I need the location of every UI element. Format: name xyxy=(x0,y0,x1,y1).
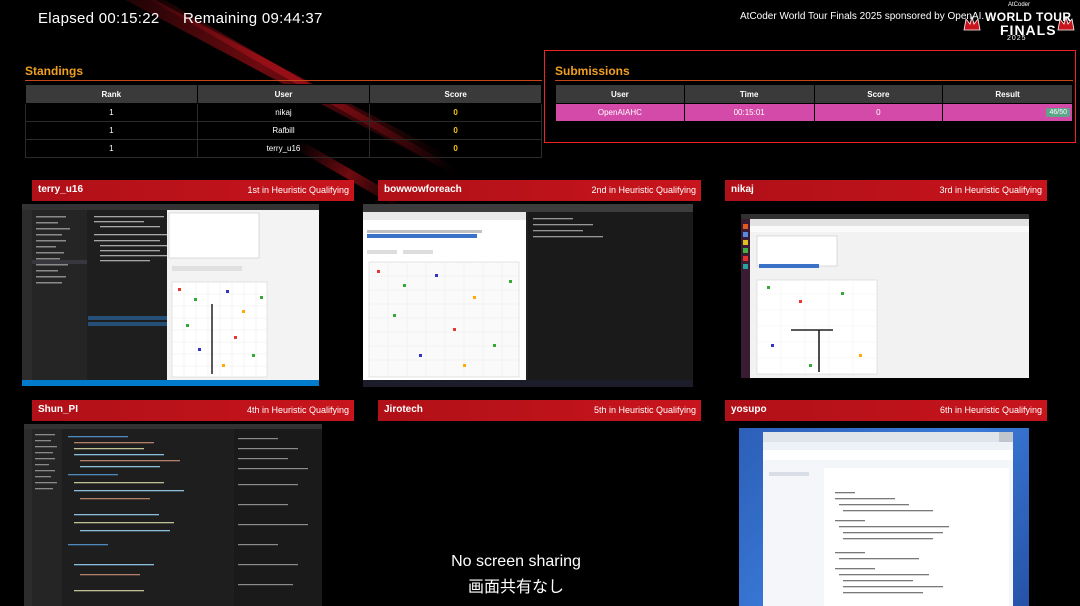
qualifying-rank: 4th in Heuristic Qualifying xyxy=(246,405,349,415)
screen-nikaj-content xyxy=(741,214,1029,378)
panel-header-bowwow: bowwowforeach 2nd in Heuristic Qualifyin… xyxy=(378,180,701,201)
qualifying-rank: 1st in Heuristic Qualifying xyxy=(247,185,349,195)
logo-atcoder: AtCoder xyxy=(1008,2,1031,8)
table-row: 1 nikaj 0 xyxy=(25,103,542,122)
crown-icon xyxy=(1057,15,1075,31)
standings-table: Rank User Score 1 nikaj 0 1 Rafbill 0 1 … xyxy=(25,84,542,158)
submissions-table: User Time Score Result OpenAIAHC 00:15:0… xyxy=(555,84,1073,122)
score-cell: 0 xyxy=(369,139,542,158)
wtf-logo: AtCoder WORLD TOUR FINALS 2025 xyxy=(960,2,1078,42)
panel-header-jirotech: Jirotech 5th in Heuristic Qualifying xyxy=(378,400,701,421)
score-cell: 0 xyxy=(369,121,542,140)
screen-bowwow-content xyxy=(363,204,693,387)
rank-cell: 1 xyxy=(25,103,198,122)
qualifying-rank: 6th in Heuristic Qualifying xyxy=(939,405,1042,415)
panel-header-yosupo: yosupo 6th in Heuristic Qualifying xyxy=(725,400,1047,421)
col-result: Result xyxy=(942,84,1073,104)
user-cell: nikaj xyxy=(196,103,371,122)
rank-cell: 1 xyxy=(25,121,198,140)
contestant-name: Jirotech xyxy=(384,404,423,415)
caption-english: No screen sharing xyxy=(451,553,581,570)
time-cell: 00:15:01 xyxy=(683,103,815,122)
screen-nikaj xyxy=(741,214,1029,378)
crown-icon xyxy=(963,15,981,31)
sponsor-text: AtCoder World Tour Finals 2025 sponsored… xyxy=(740,11,985,22)
table-row: 1 terry_u16 0 xyxy=(25,139,542,158)
col-user: User xyxy=(196,84,371,104)
qualifying-rank: 3rd in Heuristic Qualifying xyxy=(939,185,1042,195)
result-badge: 46/50 xyxy=(1046,108,1070,117)
col-time: Time xyxy=(683,84,815,104)
caption-japanese: 画面共有なし xyxy=(467,579,564,596)
col-user: User xyxy=(555,84,685,104)
elapsed-timer: Elapsed 00:15:22 xyxy=(38,10,160,27)
table-row[interactable]: OpenAIAHC 00:15:01 0 46/50 xyxy=(555,103,1073,122)
panel-header-terry: terry_u16 1st in Heuristic Qualifying xyxy=(32,180,354,201)
score-cell: 0 xyxy=(813,103,944,122)
contestant-name: nikaj xyxy=(731,184,754,195)
screen-terry xyxy=(22,204,319,386)
standings-title: Standings xyxy=(25,64,84,78)
screen-bowwowforeach xyxy=(363,204,693,387)
table-row: 1 Rafbill 0 xyxy=(25,121,542,140)
panel-header-nikaj: nikaj 3rd in Heuristic Qualifying xyxy=(725,180,1047,201)
user-cell: terry_u16 xyxy=(196,139,371,158)
rank-cell: 1 xyxy=(25,139,198,158)
col-rank: Rank xyxy=(25,84,198,104)
user-cell: OpenAIAHC xyxy=(555,103,685,122)
panel-header-shun: Shun_PI 4th in Heuristic Qualifying xyxy=(32,400,354,421)
submissions-underline xyxy=(555,80,1073,81)
screen-terry-content xyxy=(22,204,319,386)
contestant-name: bowwowforeach xyxy=(384,184,462,195)
result-cell: 46/50 xyxy=(942,103,1073,122)
top-bar: Elapsed 00:15:22 Remaining 09:44:37 AtCo… xyxy=(0,0,1080,42)
col-score: Score xyxy=(813,84,944,104)
qualifying-rank: 2nd in Heuristic Qualifying xyxy=(591,185,696,195)
score-cell: 0 xyxy=(369,103,542,122)
submissions-title: Submissions xyxy=(555,64,630,78)
contestant-name: terry_u16 xyxy=(38,184,84,195)
standings-underline xyxy=(25,80,542,81)
contestant-name: Shun_PI xyxy=(38,404,79,415)
remaining-timer: Remaining 09:44:37 xyxy=(183,10,323,27)
logo-year: 2025 xyxy=(1007,35,1027,42)
qualifying-rank: 5th in Heuristic Qualifying xyxy=(593,405,696,415)
col-score: Score xyxy=(369,84,542,104)
contestant-name: yosupo xyxy=(731,404,767,415)
user-cell: Rafbill xyxy=(196,121,371,140)
